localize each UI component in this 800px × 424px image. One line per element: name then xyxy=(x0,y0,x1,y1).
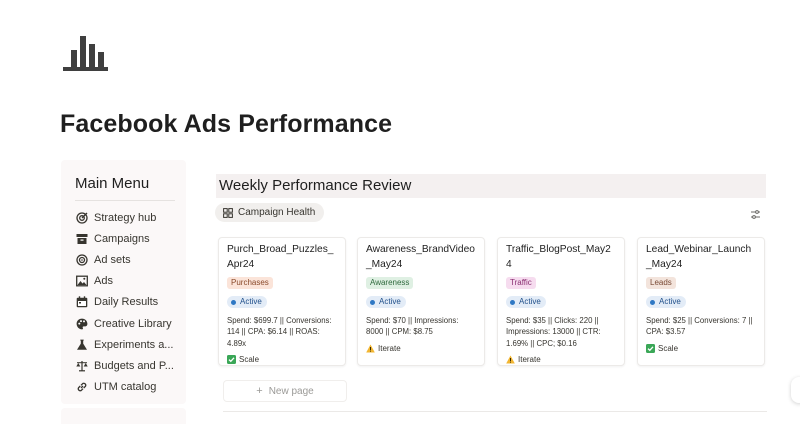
scale-icon xyxy=(75,359,89,373)
sidebar-item-ad-sets[interactable]: Ad sets xyxy=(75,249,186,270)
flask-icon xyxy=(75,338,89,352)
database-title[interactable]: Weekly Performance Review xyxy=(219,177,411,194)
action-label: Iterate xyxy=(366,344,476,353)
card-metrics: Spend: $70 || Impressions: 8000 || CPM: … xyxy=(366,316,459,337)
action-label: Scale xyxy=(646,343,756,353)
action-label: Iterate xyxy=(506,355,616,364)
card-metrics: Spend: $25 || Conversions: 7 || CPA: $3.… xyxy=(646,316,753,337)
sliders-icon[interactable] xyxy=(750,207,761,219)
sidebar-item-label: Budgets and P... xyxy=(94,359,174,372)
menu-list: Strategy hub Campaigns Ad sets Ads Daily… xyxy=(75,207,186,398)
action-text: Scale xyxy=(658,343,679,353)
sidebar-item-creative-library[interactable]: Creative Library xyxy=(75,313,186,334)
sidebar-item-ads[interactable]: Ads xyxy=(75,271,186,292)
action-text: Scale xyxy=(239,355,260,365)
status-badge: Active xyxy=(646,296,686,308)
grid-icon xyxy=(223,207,233,218)
page-title: Facebook Ads Performance xyxy=(60,110,393,138)
sidebar-secondary-panel xyxy=(61,408,186,424)
calendar-icon xyxy=(75,295,89,309)
check-box-icon xyxy=(646,343,655,353)
new-page-button[interactable]: + New page xyxy=(223,380,347,402)
status-label: Active xyxy=(379,297,401,306)
sidebar-item-strategy-hub[interactable]: Strategy hub xyxy=(75,207,186,228)
campaign-card[interactable]: Awareness_BrandVideo_May24 Awareness Act… xyxy=(357,237,485,366)
sidebar-heading: Main Menu xyxy=(75,175,150,192)
campaign-card[interactable]: Purch_Broad_Puzzles_Apr24 Purchases Acti… xyxy=(218,237,346,366)
card-title: Traffic_BlogPost_May24 xyxy=(506,244,611,270)
archive-box-icon xyxy=(75,232,89,246)
sidebar-item-label: Creative Library xyxy=(94,317,172,330)
status-label: Active xyxy=(240,297,262,306)
objective-tag: Purchases xyxy=(227,277,273,289)
campaign-card[interactable]: Lead_Webinar_Launch_May24 Leads Active S… xyxy=(637,237,765,366)
sidebar-item-label: UTM catalog xyxy=(94,381,157,394)
status-label: Active xyxy=(659,297,681,306)
new-page-label: New page xyxy=(268,385,314,397)
sidebar-item-label: Daily Results xyxy=(94,296,159,309)
image-icon xyxy=(75,274,89,288)
sidebar-item-experiments[interactable]: Experiments a... xyxy=(75,334,186,355)
status-badge: Active xyxy=(506,296,546,308)
bar-chart-icon[interactable] xyxy=(63,36,109,72)
divider xyxy=(223,411,767,412)
card-metrics: Spend: $699.7 || Conversions: 114 || CPA… xyxy=(227,316,332,348)
sidebar-main-menu: Main Menu Strategy hub Campaigns Ad sets… xyxy=(61,160,186,404)
card-metrics: Spend: $35 || Clicks: 220 || Impressions… xyxy=(506,316,601,348)
sidebar-item-campaigns[interactable]: Campaigns xyxy=(75,228,186,249)
objective-tag: Leads xyxy=(646,277,676,289)
status-dot-icon xyxy=(370,299,375,305)
warning-icon xyxy=(366,344,375,353)
concentric-circle-icon xyxy=(75,253,89,267)
sidebar-item-label: Campaigns xyxy=(94,232,150,245)
database-header: Weekly Performance Review xyxy=(216,174,766,198)
sidebar-divider xyxy=(75,200,175,201)
plus-icon: + xyxy=(256,385,263,397)
status-dot-icon xyxy=(231,299,236,305)
sidebar-item-daily-results[interactable]: Daily Results xyxy=(75,292,186,313)
sidebar-item-label: Ads xyxy=(94,275,113,288)
palette-icon xyxy=(75,317,89,331)
sidebar-item-label: Ad sets xyxy=(94,253,131,266)
link-icon xyxy=(75,380,89,394)
view-tab-label: Campaign Health xyxy=(238,207,316,218)
card-title: Awareness_BrandVideo_May24 xyxy=(366,244,475,270)
sidebar-item-label: Strategy hub xyxy=(94,211,157,224)
action-label: Scale xyxy=(227,355,337,365)
warning-icon xyxy=(506,355,515,364)
status-dot-icon xyxy=(650,299,655,305)
card-title: Lead_Webinar_Launch_May24 xyxy=(646,244,752,270)
target-icon xyxy=(75,211,89,225)
view-tab-campaign-health[interactable]: Campaign Health xyxy=(215,203,325,222)
scroll-handle[interactable] xyxy=(791,377,800,403)
status-badge: Active xyxy=(366,296,406,308)
sidebar-item-budgets[interactable]: Budgets and P... xyxy=(75,355,186,376)
campaign-card[interactable]: Traffic_BlogPost_May24 Traffic Active Sp… xyxy=(497,237,625,366)
action-text: Iterate xyxy=(378,343,401,353)
status-badge: Active xyxy=(227,296,267,308)
objective-tag: Awareness xyxy=(366,277,414,289)
check-box-icon xyxy=(227,355,236,365)
sidebar-item-utm-catalog[interactable]: UTM catalog xyxy=(75,377,186,398)
status-label: Active xyxy=(519,297,541,306)
sidebar-item-label: Experiments a... xyxy=(94,338,174,351)
action-text: Iterate xyxy=(518,355,541,365)
card-title: Purch_Broad_Puzzles_Apr24 xyxy=(227,244,334,270)
status-dot-icon xyxy=(510,299,515,305)
objective-tag: Traffic xyxy=(506,277,536,289)
